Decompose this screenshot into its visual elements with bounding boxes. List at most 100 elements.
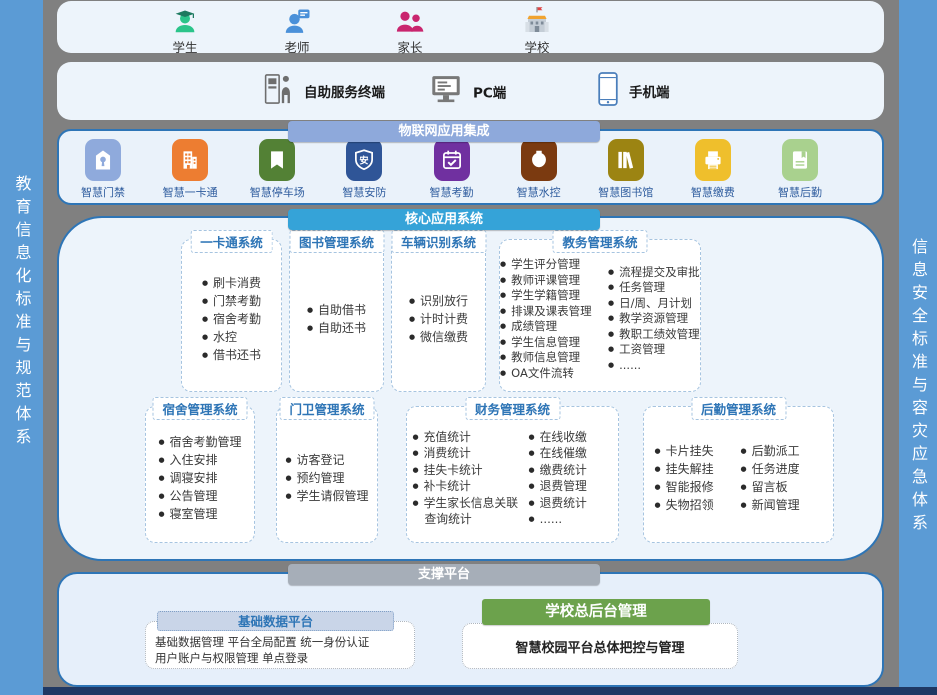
system-feature-columns: 宿舍考勤管理入住安排调寝安排公告管理寝室管理 bbox=[146, 407, 254, 542]
core-system-box-3: 教务管理系统学生评分管理教师评课管理学生学籍管理排课及课表管理成绩管理学生信息管… bbox=[499, 239, 701, 392]
base-data-platform-title: 基础数据平台 bbox=[157, 611, 394, 631]
system-feature: 门禁考勤 bbox=[202, 292, 261, 310]
iot-module-8: 智慧后勤 bbox=[764, 139, 836, 200]
system-box-title: 图书管理系统 bbox=[289, 230, 384, 253]
system-feature: 留言板 bbox=[741, 478, 823, 496]
terminal-label: 手机端 bbox=[629, 81, 670, 101]
system-feature-list: 充值统计消费统计挂失卡统计补卡统计学生家长信息关联查询统计 bbox=[413, 429, 527, 528]
system-feature: 后勤派工 bbox=[741, 442, 823, 460]
system-feature: 自助还书 bbox=[307, 319, 366, 337]
user-role-3: 学校 bbox=[521, 6, 553, 56]
left-standards-pillar: 教育信息化标准与规范体系 bbox=[0, 0, 43, 695]
core-system-box-7: 后勤管理系统卡片挂失挂失解挂智能报修失物招领后勤派工任务进度留言板新闻管理 bbox=[643, 406, 834, 543]
iot-module-7: 智慧缴费 bbox=[677, 139, 749, 200]
kiosk-icon bbox=[262, 71, 294, 111]
right-security-pillar: 信息安全标准与容灾应急体系 bbox=[899, 0, 937, 695]
system-feature: 工资管理 bbox=[608, 342, 700, 358]
terminal-0: 自助服务终端 bbox=[262, 71, 385, 111]
iot-module-5: 智慧水控 bbox=[503, 139, 575, 200]
payment-icon bbox=[695, 139, 731, 181]
system-feature: 挂失解挂 bbox=[655, 460, 739, 478]
system-feature: 任务进度 bbox=[741, 460, 823, 478]
system-feature: 学生信息管理 bbox=[500, 335, 606, 351]
support-section-header: 支撑平台 bbox=[288, 564, 600, 585]
system-feature: 宿舍考勤管理 bbox=[158, 433, 241, 451]
system-feature: 补卡统计 bbox=[413, 478, 527, 495]
system-feature: 寝室管理 bbox=[158, 505, 241, 523]
system-feature: 教职工绩效管理 bbox=[608, 327, 700, 343]
system-feature-list: 卡片挂失挂失解挂智能报修失物招领 bbox=[655, 442, 739, 514]
support-platform-panel: 基础数据平台 基础数据管理 平台全局配置 统一身份认证 用户账户与权限管理 单点… bbox=[57, 572, 884, 687]
users-panel: 学生老师家长学校 bbox=[57, 1, 884, 53]
iot-module-1: 智慧一卡通 bbox=[154, 139, 226, 200]
system-feature: 公告管理 bbox=[158, 487, 241, 505]
iot-module-label: 智慧安防 bbox=[342, 184, 386, 200]
system-feature: 水控 bbox=[202, 328, 261, 346]
system-feature: 日/周、月计划 bbox=[608, 296, 700, 312]
iot-module-label: 智慧图书馆 bbox=[598, 184, 653, 200]
system-feature-list: 识别放行计时计费微信缴费 bbox=[409, 292, 468, 346]
system-feature: 入住安排 bbox=[158, 451, 241, 469]
system-feature: ...... bbox=[529, 511, 613, 528]
system-feature: 流程提交及审批 bbox=[608, 265, 700, 281]
core-system-box-2: 车辆识别系统识别放行计时计费微信缴费 bbox=[391, 239, 486, 392]
system-feature: 教师信息管理 bbox=[500, 350, 606, 366]
system-feature: 在线收缴 bbox=[529, 429, 613, 446]
system-feature-list: 访客登记预约管理学生请假管理 bbox=[285, 451, 368, 505]
smart-campus-architecture-diagram: 教育信息化标准与规范体系 信息安全标准与容灾应急体系 学生老师家长学校 自助服务… bbox=[0, 0, 937, 695]
system-feature: 刷卡消费 bbox=[202, 274, 261, 292]
system-box-title: 门卫管理系统 bbox=[279, 397, 374, 420]
core-system-box-0: 一卡通系统刷卡消费门禁考勤宿舍考勤水控借书还书 bbox=[181, 239, 282, 392]
system-feature-list: 自助借书自助还书 bbox=[307, 301, 366, 337]
core-system-box-5: 门卫管理系统访客登记预约管理学生请假管理 bbox=[276, 406, 378, 543]
system-feature: 学生请假管理 bbox=[285, 487, 368, 505]
system-feature: 新闻管理 bbox=[741, 496, 823, 514]
user-role-label: 学校 bbox=[524, 37, 549, 56]
user-role-label: 家长 bbox=[397, 37, 422, 56]
system-feature-list: 流程提交及审批任务管理日/周、月计划教学资源管理教职工绩效管理工资管理.....… bbox=[608, 265, 700, 374]
school-admin-backend-title: 学校总后台管理 bbox=[482, 599, 710, 625]
system-box-title: 后勤管理系统 bbox=[691, 397, 786, 420]
system-feature: OA文件流转 bbox=[500, 366, 606, 382]
system-feature: 在线催缴 bbox=[529, 445, 613, 462]
terminal-2: 手机端 bbox=[597, 71, 670, 111]
system-feature: 成绩管理 bbox=[500, 319, 606, 335]
iot-module-label: 智慧一卡通 bbox=[163, 184, 218, 200]
system-feature: 退费管理 bbox=[529, 478, 613, 495]
water-control-icon bbox=[521, 139, 557, 181]
system-feature-list: 宿舍考勤管理入住安排调寝安排公告管理寝室管理 bbox=[158, 433, 241, 523]
system-feature: ...... bbox=[608, 358, 700, 374]
iot-module-label: 智慧水控 bbox=[517, 184, 561, 200]
base-platform-line: 基础数据管理 平台全局配置 统一身份认证 bbox=[155, 634, 414, 650]
system-feature-list: 在线收缴在线催缴缴费统计退费管理退费统计...... bbox=[529, 429, 613, 528]
system-feature-columns: 卡片挂失挂失解挂智能报修失物招领后勤派工任务进度留言板新闻管理 bbox=[644, 407, 833, 542]
iot-module-6: 智慧图书馆 bbox=[590, 139, 662, 200]
terminal-1: PC端 bbox=[429, 74, 506, 109]
phone-icon bbox=[597, 71, 619, 111]
system-feature: 挂失卡统计 bbox=[413, 462, 527, 479]
student-icon bbox=[170, 6, 200, 36]
iot-module-label: 智慧考勤 bbox=[430, 184, 474, 200]
system-feature: 学生评分管理 bbox=[500, 257, 606, 273]
system-feature: 调寝安排 bbox=[158, 469, 241, 487]
system-feature-list: 学生评分管理教师评课管理学生学籍管理排课及课表管理成绩管理学生信息管理教师信息管… bbox=[500, 257, 606, 381]
system-box-title: 宿舍管理系统 bbox=[152, 397, 247, 420]
iot-module-4: 智慧考勤 bbox=[416, 139, 488, 200]
user-role-label: 学生 bbox=[172, 37, 197, 56]
system-feature: 学生家长信息关联查询统计 bbox=[413, 495, 527, 528]
system-feature: 自助借书 bbox=[307, 301, 366, 319]
library-books-icon bbox=[608, 139, 644, 181]
system-feature-columns: 访客登记预约管理学生请假管理 bbox=[277, 407, 377, 542]
user-role-2: 家长 bbox=[395, 6, 425, 56]
system-feature: 教学资源管理 bbox=[608, 311, 700, 327]
system-feature: 充值统计 bbox=[413, 429, 527, 446]
pc-icon bbox=[429, 74, 463, 109]
iot-module-0: 智慧门禁 bbox=[67, 139, 139, 200]
teacher-icon bbox=[282, 6, 312, 36]
base-platform-line: 用户账户与权限管理 单点登录 bbox=[155, 650, 414, 666]
system-feature: 卡片挂失 bbox=[655, 442, 739, 460]
system-feature: 任务管理 bbox=[608, 280, 700, 296]
system-feature-list: 后勤派工任务进度留言板新闻管理 bbox=[741, 442, 823, 514]
core-system-box-1: 图书管理系统自助借书自助还书 bbox=[289, 239, 384, 392]
system-feature-columns: 充值统计消费统计挂失卡统计补卡统计学生家长信息关联查询统计在线收缴在线催缴缴费统… bbox=[407, 407, 618, 542]
